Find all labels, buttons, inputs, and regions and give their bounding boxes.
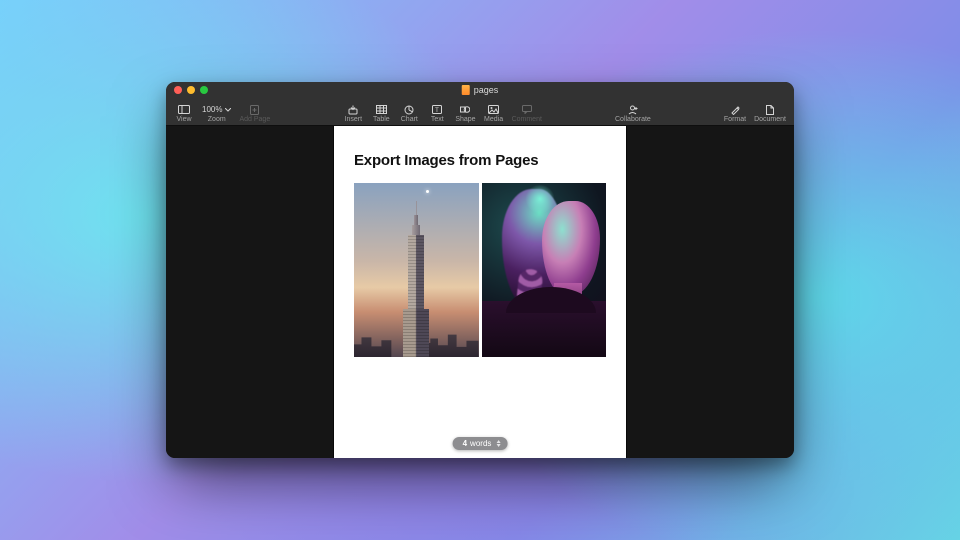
format-label: Format	[724, 116, 746, 123]
media-icon	[488, 104, 499, 115]
shape-label: Shape	[455, 116, 475, 123]
add-page-label: Add Page	[239, 116, 270, 123]
document-button[interactable]: Document	[754, 104, 786, 123]
shape-icon	[460, 104, 470, 115]
titlebar: pages	[166, 82, 794, 98]
shape-button[interactable]: Shape	[455, 104, 475, 123]
word-count-unit: words	[470, 439, 491, 448]
media-button[interactable]: Media	[484, 104, 504, 123]
document-label: Document	[754, 116, 786, 123]
insert-label: Insert	[345, 116, 363, 123]
window-title: pages	[462, 85, 499, 95]
chart-label: Chart	[401, 116, 418, 123]
table-label: Table	[373, 116, 390, 123]
text-icon: T	[432, 104, 442, 115]
format-icon	[730, 104, 740, 115]
zoom-value: 100%	[202, 104, 231, 115]
document-icon	[766, 104, 774, 115]
view-label: View	[176, 116, 191, 123]
zoom-button[interactable]: 100% Zoom	[202, 104, 231, 123]
sidebar-icon	[178, 104, 190, 115]
collaborate-label: Collaborate	[615, 116, 651, 123]
text-label: Text	[431, 116, 444, 123]
insert-icon	[348, 104, 358, 115]
image-portrait[interactable]	[482, 183, 607, 357]
chart-button[interactable]: Chart	[399, 104, 419, 123]
insert-button[interactable]: Insert	[343, 104, 363, 123]
table-icon	[376, 104, 387, 115]
svg-text:T: T	[435, 108, 439, 114]
document-canvas[interactable]: Export Images from Pages 4 words	[166, 126, 794, 458]
toolbar: View 100% Zoom Add Page Insert	[166, 98, 794, 126]
minimize-icon[interactable]	[187, 86, 195, 94]
collaborate-button[interactable]: Collaborate	[615, 104, 651, 123]
app-window: pages View 100% Zoom Add Pa	[166, 82, 794, 458]
chart-icon	[404, 104, 414, 115]
fullscreen-icon[interactable]	[200, 86, 208, 94]
collaborate-icon	[627, 104, 638, 115]
page-title[interactable]: Export Images from Pages	[354, 152, 606, 169]
comment-icon	[522, 104, 532, 115]
view-button[interactable]: View	[174, 104, 194, 123]
word-count-value: 4	[463, 439, 467, 448]
add-page-icon	[250, 104, 259, 115]
table-button[interactable]: Table	[371, 104, 391, 123]
media-label: Media	[484, 116, 503, 123]
format-button[interactable]: Format	[724, 104, 746, 123]
window-controls	[174, 86, 208, 94]
page[interactable]: Export Images from Pages	[334, 126, 626, 458]
zoom-label: Zoom	[208, 116, 226, 123]
stepper-icon[interactable]	[496, 439, 503, 448]
image-empire-state[interactable]	[354, 183, 479, 357]
document-file-icon	[462, 85, 470, 95]
close-icon[interactable]	[174, 86, 182, 94]
window-title-text: pages	[474, 85, 499, 95]
word-count-pill[interactable]: 4 words	[453, 437, 508, 450]
add-page-button: Add Page	[239, 104, 270, 123]
text-button[interactable]: T Text	[427, 104, 447, 123]
comment-button: Comment	[512, 104, 542, 123]
image-row	[354, 183, 606, 357]
comment-label: Comment	[512, 116, 542, 123]
